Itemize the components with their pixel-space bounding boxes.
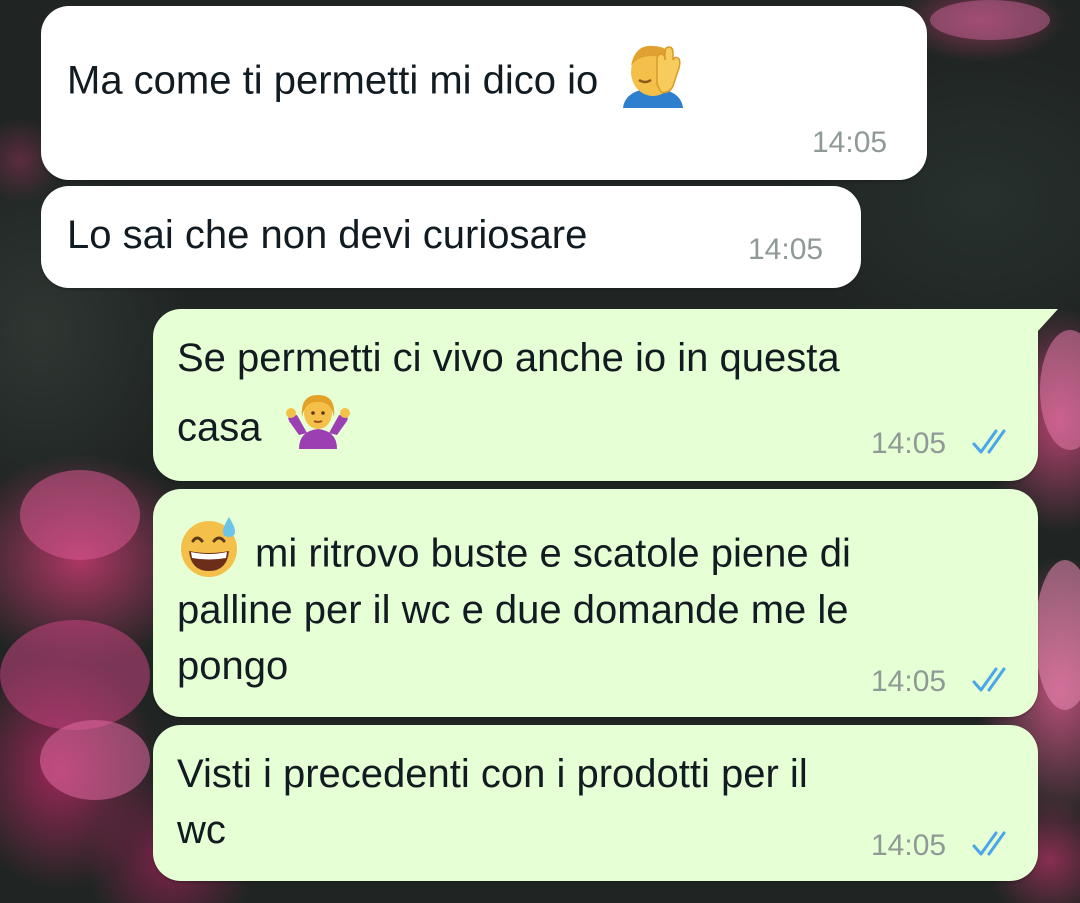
wallpaper-flower — [0, 620, 150, 730]
shrugging-woman-emoji — [285, 391, 351, 469]
message-bubble-outgoing[interactable]: Visti i precedenti con i prodotti per il… — [153, 725, 1038, 881]
message-text-line: Se permetti ci vivo anche io in questa — [177, 336, 840, 380]
read-double-check-icon — [972, 831, 1006, 856]
message-timestamp: 14:05 — [812, 126, 888, 159]
wallpaper-flower — [20, 470, 140, 560]
message-timestamp: 14:05 — [748, 233, 824, 266]
message-timestamp: 14:05 — [871, 427, 947, 460]
message-text-line: Visti i precedenti con i prodotti per il — [177, 752, 808, 796]
message-text-row: Ma come ti permetti mi dico io — [67, 38, 689, 128]
message-text-row: casa — [177, 391, 351, 469]
message-text: Lo sai che non devi curiosare — [67, 213, 588, 257]
message-bubble-outgoing[interactable]: mi ritrovo buste e scatole piene di pall… — [153, 489, 1038, 717]
wallpaper-flower — [1035, 560, 1080, 710]
wallpaper-flower — [40, 720, 150, 800]
message-timestamp: 14:05 — [871, 829, 947, 862]
message-text: Ma come ti permetti mi dico io — [67, 58, 599, 103]
message-text-line: pongo — [177, 644, 289, 688]
message-bubble-incoming[interactable]: Lo sai che non devi curiosare 14:05 — [41, 186, 861, 288]
wallpaper-flower — [1040, 330, 1080, 450]
message-text-line: casa — [177, 405, 262, 450]
read-double-check-icon — [972, 429, 1006, 454]
message-text-line: wc — [177, 808, 226, 852]
message-text-line: mi ritrovo buste e scatole piene di — [255, 531, 851, 576]
message-bubble-incoming[interactable]: Ma come ti permetti mi dico io 14:05 — [41, 6, 927, 180]
face-palm-emoji — [617, 38, 689, 128]
bubble-tail — [1032, 309, 1058, 331]
wallpaper-flower — [930, 0, 1050, 40]
message-timestamp: 14:05 — [871, 665, 947, 698]
message-bubble-outgoing[interactable]: Se permetti ci vivo anche io in questa c… — [153, 309, 1038, 481]
read-double-check-icon — [972, 667, 1006, 692]
message-text-line: palline per il wc e due domande me le — [177, 588, 849, 632]
